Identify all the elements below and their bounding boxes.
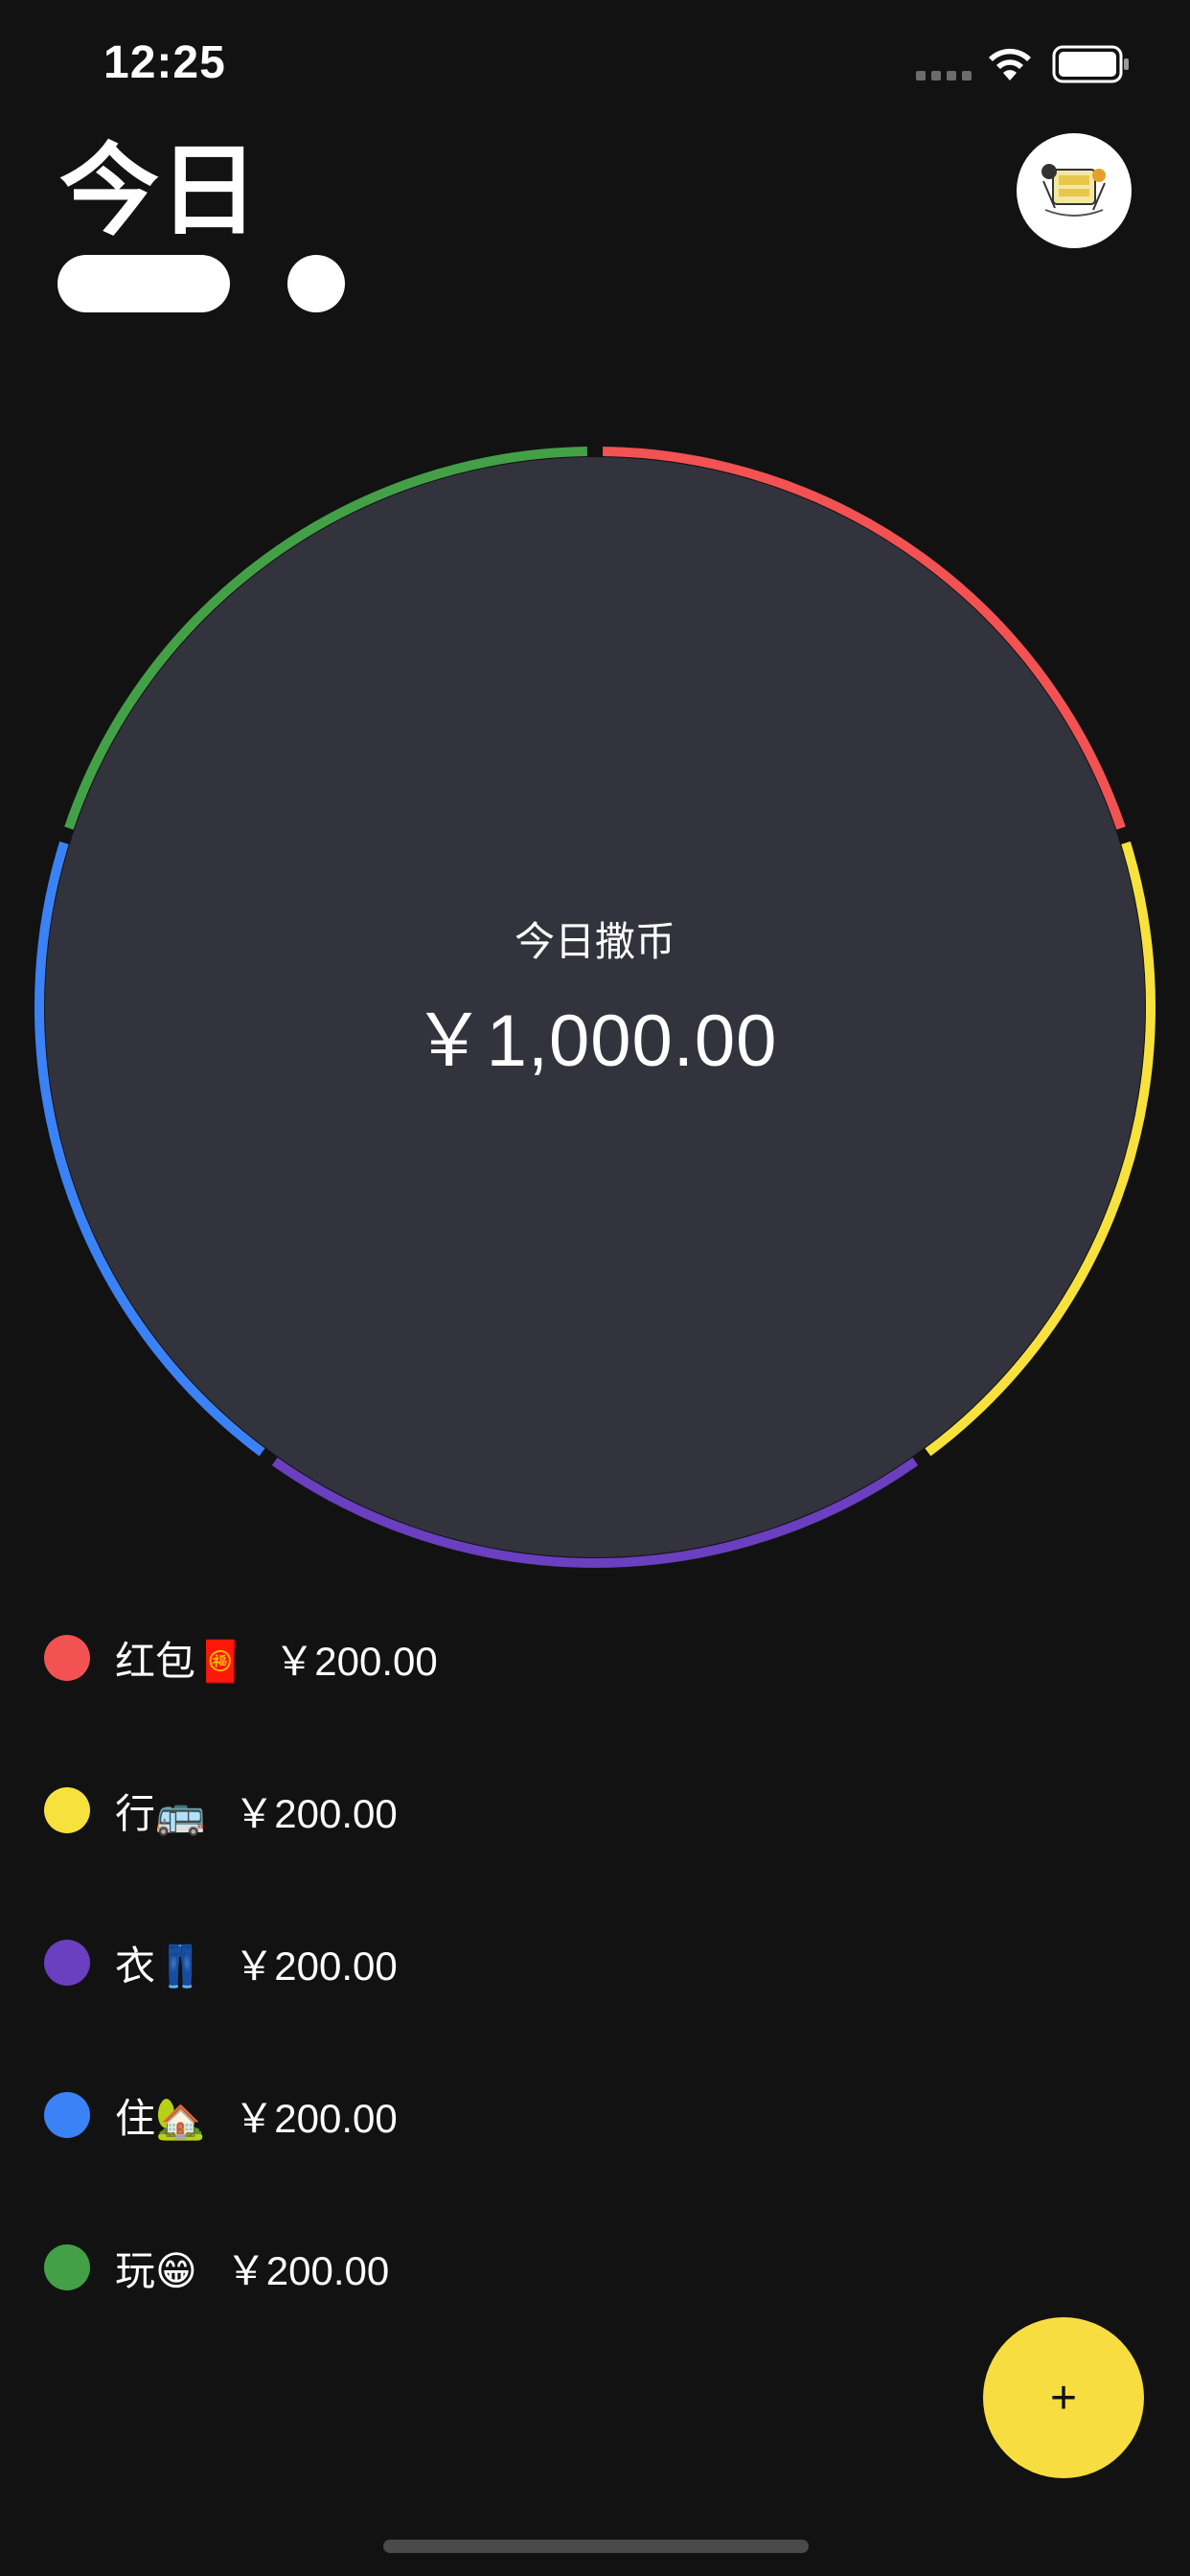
legend-item-entertainment[interactable]: 玩😁 ￥200.00 xyxy=(44,2229,389,2306)
add-expense-button[interactable]: + xyxy=(983,2317,1144,2478)
legend-amount: ￥200.00 xyxy=(234,1790,398,1836)
legend-dot xyxy=(44,2244,90,2290)
ring-chart-svg xyxy=(34,447,1156,1568)
home-indicator xyxy=(383,2540,809,2553)
cellular-signal-icon xyxy=(916,71,972,80)
legend-label: 红包🧧 xyxy=(115,1638,246,1684)
legend-item-red-packet[interactable]: 红包🧧 ￥200.00 xyxy=(44,1620,438,1696)
legend-dot xyxy=(44,1940,90,1986)
legend-dot xyxy=(44,1635,90,1681)
legend-amount: ￥200.00 xyxy=(234,2095,398,2141)
legend-dot xyxy=(44,1787,90,1833)
status-time: 12:25 xyxy=(103,37,226,88)
legend-amount: ￥200.00 xyxy=(225,2247,390,2293)
spending-ring-chart: 今日撒币 ￥1,000.00 xyxy=(34,447,1156,1568)
date-range-selector[interactable] xyxy=(57,255,230,312)
battery-icon xyxy=(1052,45,1129,83)
legend-item-transport[interactable]: 行🚌 ￥200.00 xyxy=(44,1772,398,1849)
legend-item-housing[interactable]: 住🏡 ￥200.00 xyxy=(44,2077,398,2153)
legend-dot xyxy=(44,2092,90,2138)
legend-label: 行🚌 xyxy=(115,1790,206,1836)
legend-item-clothing[interactable]: 衣👖 ￥200.00 xyxy=(44,1924,398,2001)
legend-amount: ￥200.00 xyxy=(274,1638,438,1684)
page-title: 今日 xyxy=(59,136,260,247)
wifi-icon xyxy=(989,48,1031,80)
legend-label: 住🏡 xyxy=(115,2095,206,2141)
avatar[interactable] xyxy=(1017,133,1132,248)
status-bar: 12:25 xyxy=(0,0,1190,134)
ring-center-fill xyxy=(45,457,1145,1557)
avatar-image xyxy=(1041,164,1106,217)
legend-label: 衣👖 xyxy=(115,1943,206,1989)
legend-amount: ￥200.00 xyxy=(234,1943,398,1989)
legend-label: 玩😁 xyxy=(115,2247,197,2293)
filter-dot-button[interactable] xyxy=(287,255,345,312)
